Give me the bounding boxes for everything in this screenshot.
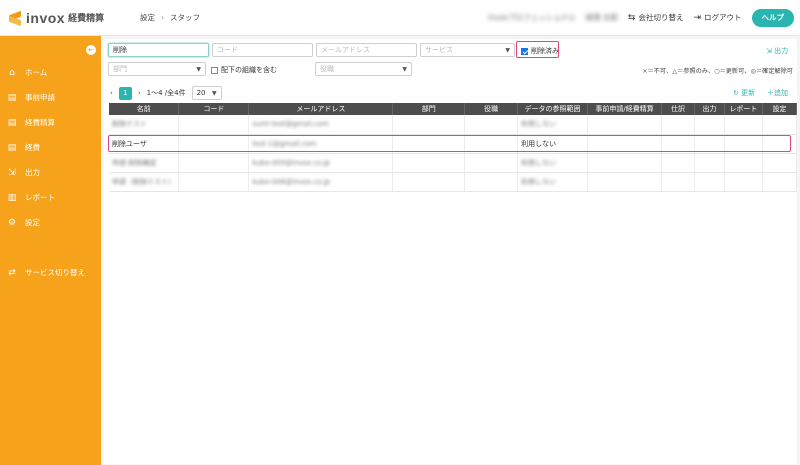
refresh-button[interactable]: ↻ 更新 [733,88,755,98]
page-button-current[interactable]: 1 [118,86,132,100]
switch-icon: ⇄ [8,267,16,278]
caret-down-icon: ▼ [196,66,201,73]
company-name: invoxプロフェッショナル [487,13,576,22]
column-header-journal[interactable]: 仕訳 [661,103,695,115]
export-icon: ⇲ [8,167,16,178]
column-header-code[interactable]: コード [178,103,250,115]
sidebar: ← ⌂ ホーム ▤ 事前申請 ▤ 経費精算 ▤ 経費 ⇲ 出力 ▥ レポート ⚙… [0,36,101,465]
per-page-select[interactable]: 20 ▼ [191,86,222,100]
include-sub-org-checkbox[interactable]: 配下の組織を含む [211,65,277,75]
column-header-settings[interactable]: 設定 [762,103,798,115]
add-button[interactable]: ＋追加 [767,88,788,98]
breadcrumb-staff: スタッフ [170,13,200,22]
sidebar-item-switch-service[interactable]: ⇄ サービス切り替え [7,267,85,278]
column-header-output[interactable]: 出力 [694,103,725,115]
table-row[interactable]: 削除テスト sumi-test@gmail.com 利用しない [109,115,798,135]
output-button[interactable]: ⇲ 出力 [766,46,788,56]
sidebar-item-home[interactable]: ⌂ ホーム [7,67,47,78]
sidebar-item-expense[interactable]: ▤ 経費 [7,142,40,153]
code-input[interactable]: コード [212,43,313,57]
deleted-user-row-highlight [108,135,791,152]
logo-mark-icon [8,11,22,25]
column-header-application[interactable]: 事前申請/経費精算 [587,103,663,115]
column-header-name[interactable]: 名前 [109,103,180,115]
name-search-input[interactable]: 削除 [108,43,209,57]
sidebar-item-settings[interactable]: ⚙ 設定 [7,217,40,228]
page-range-text: 1〜4 /全4件 [146,89,186,97]
table-row[interactable]: 申請（削除テスト） kubo-006@invox.co.jp 利用しない [109,172,798,192]
checkbox-unchecked-icon [211,66,218,74]
table-header-row: 名前 コード メールアドレス 部門 役職 データの参照範囲 事前申請/経費精算 … [109,103,798,115]
sidebar-item-pre-application[interactable]: ▤ 事前申請 [7,92,55,103]
sidebar-item-expense-settlement[interactable]: ▤ 経費精算 [7,117,55,128]
department-select[interactable]: 部門 ▼ [108,62,206,76]
document-icon: ▤ [7,142,17,153]
logout-link[interactable]: ⇥ ログアウト [693,12,741,23]
app-logo[interactable]: invox 経費精算 [8,10,120,26]
column-header-position[interactable]: 役職 [464,103,519,115]
logout-icon: ⇥ [693,12,701,23]
switch-company-link[interactable]: ⇆ 会社切り替え [628,12,684,23]
help-button[interactable]: ヘルプ [751,8,794,27]
column-header-email[interactable]: メールアドレス [248,103,394,115]
document-icon: ▤ [7,117,17,128]
breadcrumb-settings[interactable]: 設定 [140,12,155,23]
main-area: 削除 コード メールアドレス サービス ▼ 削除済み ⇲ 出力 部門 ▼ 配下の… [101,36,800,465]
collapse-sidebar-icon[interactable]: ← [86,45,96,55]
logo-subtitle: 経費精算 [68,14,105,24]
switch-arrows-icon: ⇆ [627,12,636,23]
user-name: 経理 太郎 [585,13,618,22]
sidebar-item-output[interactable]: ⇲ 出力 [7,167,40,178]
column-header-department[interactable]: 部門 [392,103,466,115]
chevron-left-icon[interactable]: ‹ [110,89,113,97]
document-icon: ▤ [7,92,17,103]
column-header-scope[interactable]: データの参照範囲 [517,103,589,115]
caret-down-icon: ▼ [505,47,510,54]
app-header: invox 経費精算 設定 › スタッフ invoxプロフェッショナル 経理 太… [0,0,800,36]
chevron-right-icon[interactable]: › [138,89,141,97]
deleted-checkbox-highlight [516,41,559,58]
chevron-right-icon: › [161,13,164,22]
service-select[interactable]: サービス ▼ [420,43,515,57]
plus-icon: ＋ [767,89,774,97]
table-row[interactable]: 申請 削除確認 kubo-005@invox.co.jp 利用しない [109,153,798,173]
position-select[interactable]: 役職 ▼ [315,62,412,76]
breadcrumb: 設定 › スタッフ [140,12,200,23]
permission-legend: ×＝不可、△＝参照のみ、○＝更新可、◎＝確定解除可 [642,68,793,75]
logo-text: invox [26,9,66,26]
sidebar-item-report[interactable]: ▥ レポート [7,192,55,203]
column-header-report[interactable]: レポート [724,103,763,115]
staff-panel: 削除 コード メールアドレス サービス ▼ 削除済み ⇲ 出力 部門 ▼ 配下の… [104,39,798,464]
email-input[interactable]: メールアドレス [316,43,417,57]
caret-down-icon: ▼ [402,66,407,73]
chart-icon: ▥ [7,192,17,203]
home-icon: ⌂ [9,67,15,78]
pagination: ‹ 1 › 1〜4 /全4件 20 ▼ [110,86,222,100]
refresh-icon: ↻ [733,89,739,97]
gear-icon: ⚙ [7,217,17,228]
export-icon: ⇲ [766,47,772,55]
caret-down-icon: ▼ [211,90,217,97]
